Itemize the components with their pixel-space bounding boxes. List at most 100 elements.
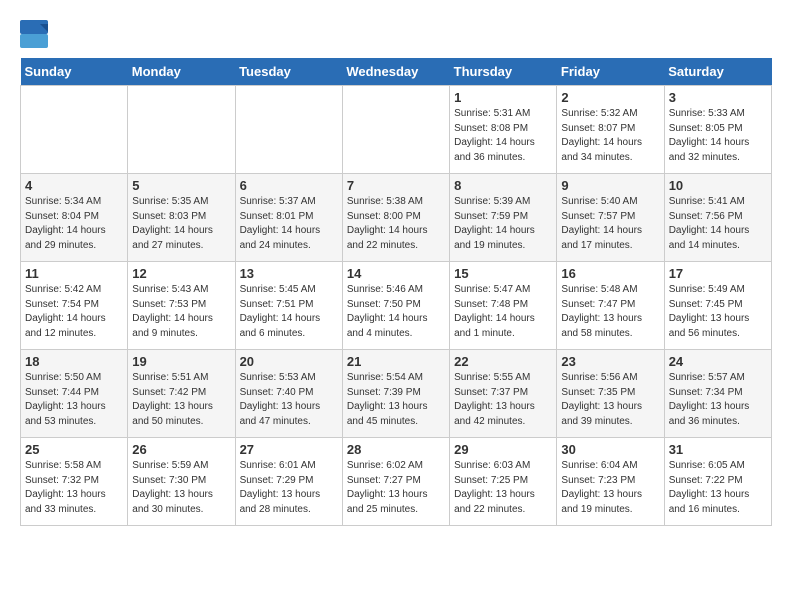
day-cell: 14 Sunrise: 5:46 AM Sunset: 7:50 PM Dayli… <box>342 262 449 350</box>
day-cell <box>21 86 128 174</box>
day-cell: 12 Sunrise: 5:43 AM Sunset: 7:53 PM Dayli… <box>128 262 235 350</box>
header-friday: Friday <box>557 58 664 86</box>
day-info: Sunrise: 5:48 AM Sunset: 7:47 PM Dayligh… <box>561 283 659 341</box>
day-cell: 20 Sunrise: 5:53 AM Sunset: 7:40 PM Dayli… <box>235 350 342 438</box>
day-cell: 27 Sunrise: 6:01 AM Sunset: 7:29 PM Dayli… <box>235 438 342 526</box>
day-number: 18 <box>25 354 123 369</box>
day-cell: 15 Sunrise: 5:47 AM Sunset: 7:48 PM Dayli… <box>450 262 557 350</box>
day-cell: 9 Sunrise: 5:40 AM Sunset: 7:57 PM Daylig… <box>557 174 664 262</box>
day-number: 3 <box>669 90 767 105</box>
day-info: Sunrise: 5:51 AM Sunset: 7:42 PM Dayligh… <box>132 371 230 429</box>
day-number: 19 <box>132 354 230 369</box>
day-info: Sunrise: 5:43 AM Sunset: 7:53 PM Dayligh… <box>132 283 230 341</box>
day-number: 14 <box>347 266 445 281</box>
day-info: Sunrise: 5:54 AM Sunset: 7:39 PM Dayligh… <box>347 371 445 429</box>
day-cell: 19 Sunrise: 5:51 AM Sunset: 7:42 PM Dayli… <box>128 350 235 438</box>
day-info: Sunrise: 6:02 AM Sunset: 7:27 PM Dayligh… <box>347 459 445 517</box>
logo-icon <box>20 20 48 48</box>
day-number: 13 <box>240 266 338 281</box>
day-number: 12 <box>132 266 230 281</box>
day-cell: 23 Sunrise: 5:56 AM Sunset: 7:35 PM Dayli… <box>557 350 664 438</box>
day-number: 17 <box>669 266 767 281</box>
week-row-3: 11 Sunrise: 5:42 AM Sunset: 7:54 PM Dayli… <box>21 262 772 350</box>
day-number: 4 <box>25 178 123 193</box>
day-info: Sunrise: 5:59 AM Sunset: 7:30 PM Dayligh… <box>132 459 230 517</box>
day-number: 31 <box>669 442 767 457</box>
day-number: 6 <box>240 178 338 193</box>
day-info: Sunrise: 6:01 AM Sunset: 7:29 PM Dayligh… <box>240 459 338 517</box>
day-info: Sunrise: 5:39 AM Sunset: 7:59 PM Dayligh… <box>454 195 552 253</box>
day-cell: 4Sunrise: 5:34 AM Sunset: 8:04 PM Daylig… <box>21 174 128 262</box>
day-info: Sunrise: 5:53 AM Sunset: 7:40 PM Dayligh… <box>240 371 338 429</box>
day-cell: 30 Sunrise: 6:04 AM Sunset: 7:23 PM Dayli… <box>557 438 664 526</box>
day-cell: 26Sunrise: 5:59 AM Sunset: 7:30 PM Dayli… <box>128 438 235 526</box>
header-sunday: Sunday <box>21 58 128 86</box>
day-cell: 13Sunrise: 5:45 AM Sunset: 7:51 PM Dayli… <box>235 262 342 350</box>
day-info: Sunrise: 5:57 AM Sunset: 7:34 PM Dayligh… <box>669 371 767 429</box>
calendar-table: SundayMondayTuesdayWednesdayThursdayFrid… <box>20 58 772 526</box>
day-cell: 11 Sunrise: 5:42 AM Sunset: 7:54 PM Dayli… <box>21 262 128 350</box>
header-tuesday: Tuesday <box>235 58 342 86</box>
day-info: Sunrise: 5:46 AM Sunset: 7:50 PM Dayligh… <box>347 283 445 341</box>
week-row-5: 25Sunrise: 5:58 AM Sunset: 7:32 PM Dayli… <box>21 438 772 526</box>
day-info: Sunrise: 5:35 AM Sunset: 8:03 PM Dayligh… <box>132 195 230 253</box>
day-number: 7 <box>347 178 445 193</box>
day-cell: 17 Sunrise: 5:49 AM Sunset: 7:45 PM Dayli… <box>664 262 771 350</box>
week-row-2: 4Sunrise: 5:34 AM Sunset: 8:04 PM Daylig… <box>21 174 772 262</box>
day-number: 23 <box>561 354 659 369</box>
day-cell: 22Sunrise: 5:55 AM Sunset: 7:37 PM Dayli… <box>450 350 557 438</box>
day-info: Sunrise: 6:05 AM Sunset: 7:22 PM Dayligh… <box>669 459 767 517</box>
day-cell: 31 Sunrise: 6:05 AM Sunset: 7:22 PM Dayli… <box>664 438 771 526</box>
day-number: 28 <box>347 442 445 457</box>
day-number: 29 <box>454 442 552 457</box>
day-number: 22 <box>454 354 552 369</box>
day-info: Sunrise: 5:31 AM Sunset: 8:08 PM Dayligh… <box>454 107 552 165</box>
day-number: 9 <box>561 178 659 193</box>
day-cell: 10Sunrise: 5:41 AM Sunset: 7:56 PM Dayli… <box>664 174 771 262</box>
day-number: 2 <box>561 90 659 105</box>
day-info: Sunrise: 5:42 AM Sunset: 7:54 PM Dayligh… <box>25 283 123 341</box>
day-number: 1 <box>454 90 552 105</box>
day-cell: 25Sunrise: 5:58 AM Sunset: 7:32 PM Dayli… <box>21 438 128 526</box>
day-info: Sunrise: 5:50 AM Sunset: 7:44 PM Dayligh… <box>25 371 123 429</box>
day-cell: 24Sunrise: 5:57 AM Sunset: 7:34 PM Dayli… <box>664 350 771 438</box>
calendar-header: SundayMondayTuesdayWednesdayThursdayFrid… <box>21 58 772 86</box>
day-number: 8 <box>454 178 552 193</box>
day-cell: 28 Sunrise: 6:02 AM Sunset: 7:27 PM Dayli… <box>342 438 449 526</box>
day-info: Sunrise: 5:40 AM Sunset: 7:57 PM Dayligh… <box>561 195 659 253</box>
day-number: 10 <box>669 178 767 193</box>
day-info: Sunrise: 6:03 AM Sunset: 7:25 PM Dayligh… <box>454 459 552 517</box>
day-cell <box>342 86 449 174</box>
day-number: 15 <box>454 266 552 281</box>
header-monday: Monday <box>128 58 235 86</box>
header-thursday: Thursday <box>450 58 557 86</box>
day-number: 5 <box>132 178 230 193</box>
header-wednesday: Wednesday <box>342 58 449 86</box>
day-number: 16 <box>561 266 659 281</box>
header-saturday: Saturday <box>664 58 771 86</box>
day-info: Sunrise: 5:38 AM Sunset: 8:00 PM Dayligh… <box>347 195 445 253</box>
calendar-body: 1 Sunrise: 5:31 AM Sunset: 8:08 PM Daylig… <box>21 86 772 526</box>
day-info: Sunrise: 5:47 AM Sunset: 7:48 PM Dayligh… <box>454 283 552 341</box>
day-number: 30 <box>561 442 659 457</box>
day-info: Sunrise: 5:56 AM Sunset: 7:35 PM Dayligh… <box>561 371 659 429</box>
header-row: SundayMondayTuesdayWednesdayThursdayFrid… <box>21 58 772 86</box>
day-info: Sunrise: 5:33 AM Sunset: 8:05 PM Dayligh… <box>669 107 767 165</box>
page-header <box>20 20 772 48</box>
day-cell: 16 Sunrise: 5:48 AM Sunset: 7:47 PM Dayli… <box>557 262 664 350</box>
day-info: Sunrise: 6:04 AM Sunset: 7:23 PM Dayligh… <box>561 459 659 517</box>
day-info: Sunrise: 5:58 AM Sunset: 7:32 PM Dayligh… <box>25 459 123 517</box>
day-info: Sunrise: 5:49 AM Sunset: 7:45 PM Dayligh… <box>669 283 767 341</box>
day-number: 27 <box>240 442 338 457</box>
day-cell: 21 Sunrise: 5:54 AM Sunset: 7:39 PM Dayli… <box>342 350 449 438</box>
day-cell: 18 Sunrise: 5:50 AM Sunset: 7:44 PM Dayli… <box>21 350 128 438</box>
day-number: 21 <box>347 354 445 369</box>
day-info: Sunrise: 5:37 AM Sunset: 8:01 PM Dayligh… <box>240 195 338 253</box>
day-cell <box>235 86 342 174</box>
day-number: 20 <box>240 354 338 369</box>
day-number: 11 <box>25 266 123 281</box>
logo <box>20 20 52 48</box>
day-cell: 3 Sunrise: 5:33 AM Sunset: 8:05 PM Daylig… <box>664 86 771 174</box>
week-row-1: 1 Sunrise: 5:31 AM Sunset: 8:08 PM Daylig… <box>21 86 772 174</box>
day-cell: 2Sunrise: 5:32 AM Sunset: 8:07 PM Daylig… <box>557 86 664 174</box>
